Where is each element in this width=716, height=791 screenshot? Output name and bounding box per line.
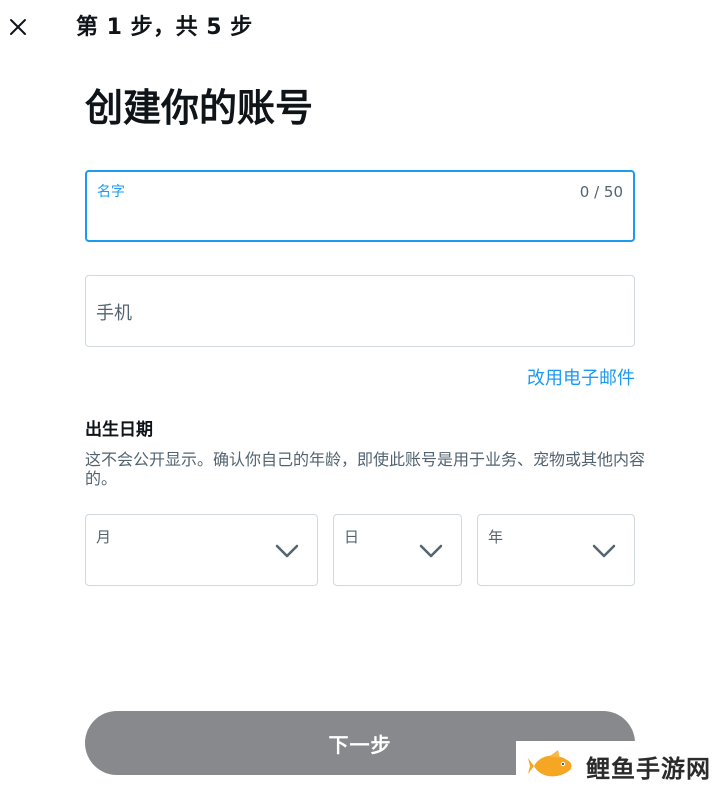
dob-heading: 出生日期 bbox=[85, 420, 153, 440]
watermark-text: 鲤鱼手游网 bbox=[586, 754, 711, 783]
close-icon bbox=[10, 19, 26, 35]
name-field[interactable]: 名字 0 / 50 bbox=[85, 170, 635, 242]
month-select-label: 月 bbox=[96, 528, 112, 546]
name-field-label: 名字 bbox=[97, 184, 125, 200]
chevron-down-icon bbox=[419, 544, 443, 558]
day-select[interactable]: 日 bbox=[333, 514, 462, 586]
step-indicator: 第 1 步，共 5 步 bbox=[76, 15, 253, 40]
chevron-down-icon bbox=[592, 544, 616, 558]
dob-description: 这不会公开显示。确认你自己的年龄，即使此账号是用于业务、宠物或其他内容的。 bbox=[85, 450, 646, 488]
day-select-label: 日 bbox=[344, 528, 360, 546]
month-select[interactable]: 月 bbox=[85, 514, 318, 586]
close-button[interactable] bbox=[4, 13, 32, 41]
watermark: 鲤鱼手游网 bbox=[516, 741, 716, 791]
use-email-link[interactable]: 改用电子邮件 bbox=[527, 364, 635, 390]
year-select-label: 年 bbox=[488, 528, 504, 546]
year-select[interactable]: 年 bbox=[477, 514, 635, 586]
fish-logo-icon bbox=[528, 750, 572, 777]
name-input[interactable] bbox=[97, 208, 623, 234]
page-title: 创建你的账号 bbox=[85, 86, 314, 130]
chevron-down-icon bbox=[275, 544, 299, 558]
phone-field[interactable]: 手机 bbox=[85, 275, 635, 347]
name-char-counter: 0 / 50 bbox=[579, 183, 623, 201]
phone-placeholder: 手机 bbox=[96, 303, 132, 324]
